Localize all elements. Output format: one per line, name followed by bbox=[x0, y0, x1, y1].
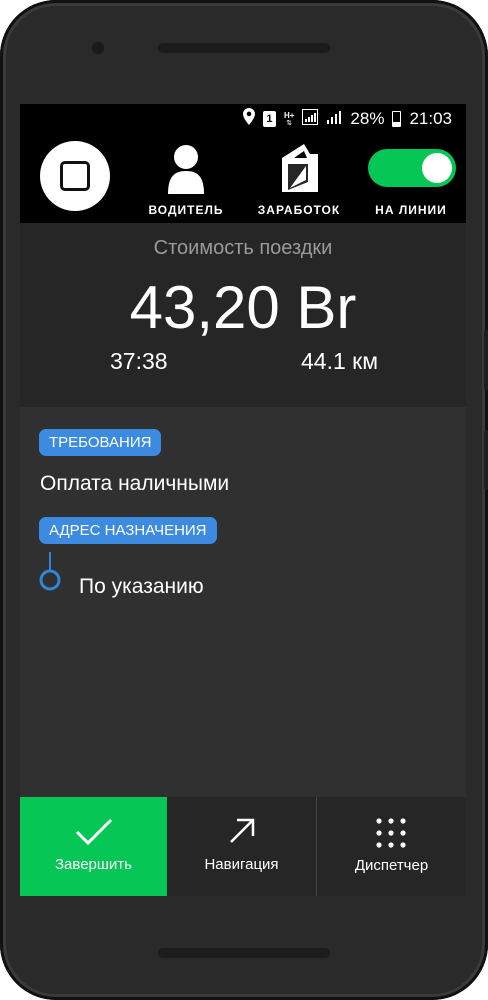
signal-icon bbox=[302, 108, 319, 130]
toggle-knob bbox=[422, 153, 452, 183]
app-screen: 1 H+ ⇅ 28% 21:03 ВОДИТЕЛЬ ЗАРАБОТОК НА Л… bbox=[20, 104, 466, 896]
online-toggle[interactable] bbox=[368, 149, 456, 187]
requirements-tag: ТРЕБОВАНИЯ bbox=[39, 429, 162, 456]
location-icon bbox=[242, 108, 255, 130]
navigation-label: Навигация bbox=[204, 856, 279, 873]
online-label: НА ЛИНИИ bbox=[375, 203, 447, 217]
sim-icon: 1 bbox=[262, 111, 276, 127]
route-marker-icon bbox=[39, 552, 61, 591]
network-type-indicator: H+ ⇅ bbox=[283, 110, 295, 127]
clock: 21:03 bbox=[409, 109, 452, 128]
finish-button[interactable]: Завершить bbox=[20, 797, 167, 896]
volume-button bbox=[484, 330, 488, 390]
front-camera bbox=[92, 42, 104, 54]
status-bar: 1 H+ ⇅ 28% 21:03 bbox=[20, 104, 466, 134]
wallet-icon bbox=[282, 144, 318, 192]
dispatcher-button[interactable]: Диспетчер bbox=[317, 797, 466, 896]
arrow-up-right-icon bbox=[230, 818, 255, 843]
trip-distance: 44.1 км bbox=[301, 348, 379, 374]
bottom-action-bar: Завершить Навигация Диспетчер bbox=[20, 797, 466, 896]
destination-address: По указанию bbox=[79, 575, 204, 598]
earpiece-speaker bbox=[158, 43, 330, 53]
driver-label: ВОДИТЕЛЬ bbox=[148, 203, 224, 217]
online-toggle-group: НА ЛИНИИ bbox=[356, 134, 466, 223]
battery-percent: 28% bbox=[350, 109, 385, 128]
destination-tag: АДРЕС НАЗНАЧЕНИЯ bbox=[39, 517, 217, 544]
driver-button[interactable]: ВОДИТЕЛЬ bbox=[138, 134, 234, 223]
payment-method: Оплата наличными bbox=[40, 472, 230, 495]
earnings-button[interactable]: ЗАРАБОТОК bbox=[246, 134, 352, 223]
home-button[interactable] bbox=[40, 141, 110, 211]
battery-icon bbox=[392, 111, 402, 127]
checkmark-icon bbox=[75, 818, 113, 846]
power-button bbox=[484, 430, 488, 490]
dialpad-icon bbox=[376, 818, 406, 848]
cost-amount: 43,20 Br bbox=[129, 274, 357, 341]
dispatcher-label: Диспетчер bbox=[354, 857, 429, 874]
square-icon bbox=[60, 161, 90, 191]
navigation-button[interactable]: Навигация bbox=[167, 797, 316, 896]
driver-icon bbox=[168, 145, 204, 194]
cost-caption: Стоимость поездки bbox=[153, 237, 333, 259]
order-details: ТРЕБОВАНИЯ Оплата наличными АДРЕС НАЗНАЧ… bbox=[20, 407, 466, 797]
earnings-label: ЗАРАБОТОК bbox=[257, 203, 341, 217]
top-toolbar: ВОДИТЕЛЬ ЗАРАБОТОК НА ЛИНИИ bbox=[20, 134, 466, 223]
finish-label: Завершить bbox=[55, 856, 132, 873]
trip-duration: 37:38 bbox=[110, 348, 168, 374]
trip-cost-panel: Стоимость поездки 43,20 Br 37:38 44.1 км bbox=[20, 223, 466, 407]
bottom-speaker bbox=[158, 948, 330, 958]
signal-bars-icon bbox=[326, 109, 342, 130]
phone-frame: 1 H+ ⇅ 28% 21:03 ВОДИТЕЛЬ ЗАРАБОТОК НА Л… bbox=[0, 0, 488, 1000]
